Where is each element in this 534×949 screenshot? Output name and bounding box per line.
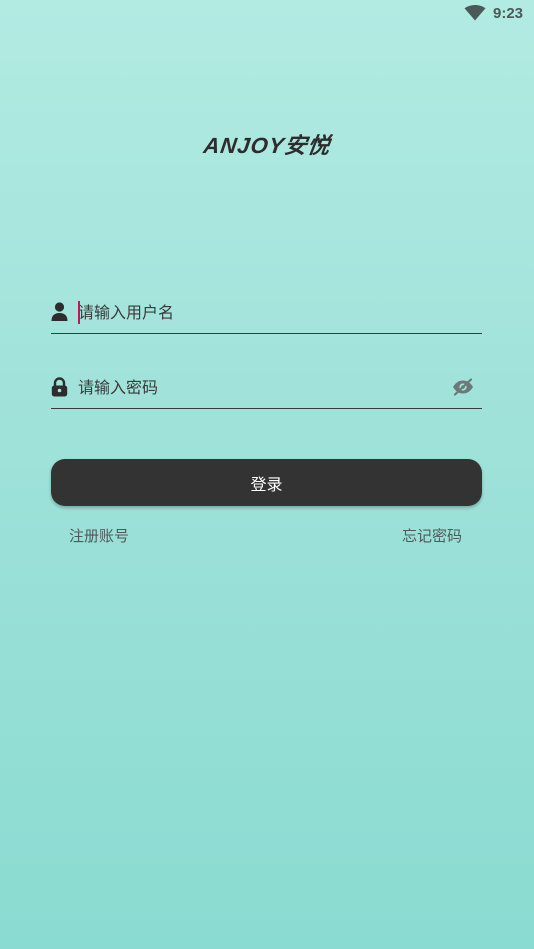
register-link[interactable]: 注册账号 [69,526,129,546]
password-field[interactable] [51,368,482,409]
brand-logo: ANJOY安悦 [0,128,534,160]
wifi-icon [464,5,486,21]
text-cursor [78,301,80,324]
password-input[interactable] [78,374,458,400]
lock-icon [51,377,68,397]
username-field[interactable] [51,293,482,334]
login-button[interactable]: 登录 [51,459,482,506]
username-input[interactable] [78,299,458,325]
logo-text: ANJOY安悦 [201,133,332,158]
forgot-password-link[interactable]: 忘记密码 [402,526,462,546]
status-time: 9:23 [493,5,524,22]
user-icon [51,302,68,321]
status-bar: 9:23 [0,0,534,28]
eye-off-icon[interactable] [452,378,474,396]
